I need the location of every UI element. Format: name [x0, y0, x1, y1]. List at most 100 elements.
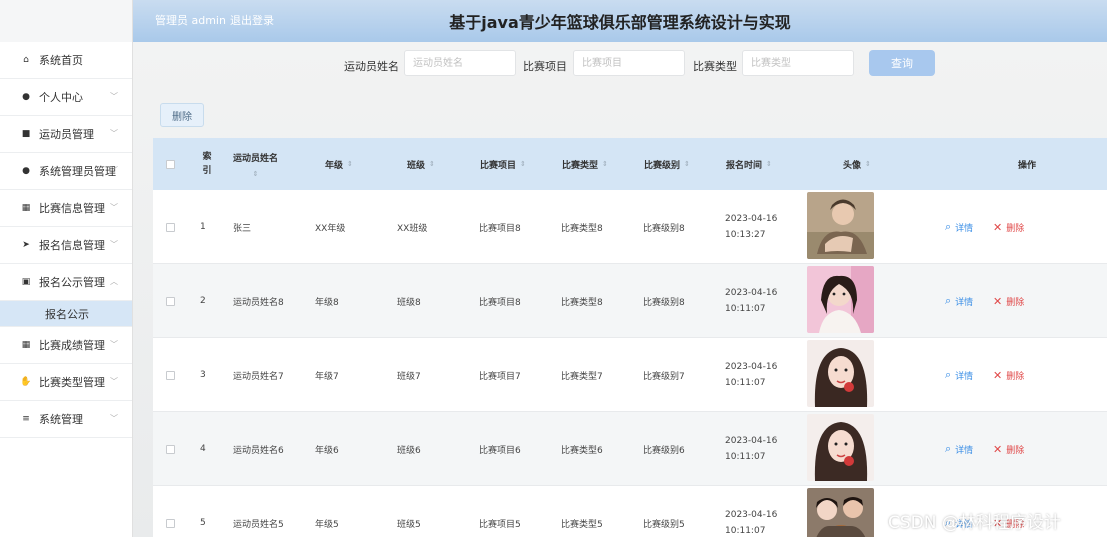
sidebar-item-label: 比赛成绩管理 [39, 339, 105, 352]
detail-button[interactable]: ⌕ 详情 [945, 190, 973, 264]
cell-match-type: 比赛类型8 [561, 297, 603, 308]
sidebar-menu: ⌂ 系统首页 ● 个人中心 ﹀ ■ 运动员管理 ﹀ ● 系统管理员管理 ﹀ ▦ 比赛信息管理 ﹀ ➤ 报名信息… [0, 42, 132, 438]
sidebar-subitem[interactable]: 报名公示 [0, 301, 132, 327]
row-checkbox[interactable] [166, 296, 175, 306]
cell-match-type: 比赛类型8 [561, 223, 603, 234]
sidebar-item[interactable]: ▣ 报名公示管理 ︿ [0, 264, 132, 301]
col-class[interactable]: 班级 ⇕ [407, 138, 435, 190]
cell-select [166, 190, 175, 264]
chevron-down-icon: ﹀ [110, 240, 118, 249]
row-checkbox[interactable] [166, 518, 175, 528]
sidebar-item-label: 个人中心 [39, 91, 83, 104]
match-type-label: 比赛类型 [693, 60, 737, 73]
sidebar-item[interactable]: ▦ 比赛成绩管理 ﹀ [0, 327, 132, 364]
athlete-name-label: 运动员姓名 [344, 60, 399, 73]
sidebar-item[interactable]: ≡ 系统管理 ﹀ [0, 401, 132, 438]
col-match-item-label: 比赛项目 [480, 160, 517, 171]
sidebar-item[interactable]: ▦ 比赛信息管理 ﹀ [0, 190, 132, 227]
chevron-up-icon: ︿ [110, 277, 118, 286]
cell-class: 班级8 [397, 297, 421, 308]
athlete-name-input[interactable] [404, 50, 516, 76]
sidebar-item[interactable]: ● 个人中心 ﹀ [0, 79, 132, 116]
avatar [807, 414, 874, 481]
select-all-cell [166, 138, 175, 190]
col-match-type[interactable]: 比赛类型 ⇕ [562, 138, 608, 190]
user-icon: ● [22, 92, 30, 102]
cell-select [166, 412, 175, 486]
signup-date: 2023-04-16 [725, 214, 778, 224]
cell-match-level: 比赛级别5 [643, 519, 685, 530]
detail-label: 详情 [955, 445, 974, 456]
cell-athlete-name: 运动员姓名8 [233, 297, 284, 308]
sort-icon[interactable]: ⇕ [520, 160, 526, 168]
clipboard-icon: ▣ [21, 277, 31, 287]
match-item-input[interactable] [573, 50, 685, 76]
list-icon: ≡ [22, 414, 30, 424]
page-title: 基于java青少年篮球俱乐部管理系统设计与实现 [449, 13, 791, 32]
delete-label: 删除 [1006, 445, 1025, 456]
row-checkbox[interactable] [166, 444, 175, 454]
col-grade[interactable]: 年级 ⇕ [325, 138, 353, 190]
cell-signup-time: 2023-04-16 10:13:27 [725, 190, 777, 264]
chevron-down-icon: ﹀ [110, 203, 118, 212]
cell-index: 2 [200, 296, 206, 306]
cell-match-level: 比赛级别8 [643, 297, 685, 308]
data-table: 索引 运动员姓名 ⇕ 年级 ⇕ 班级 ⇕ 比赛项目 ⇕ 比赛类型 ⇕ 比赛级别 ⇕ 报名时… [153, 138, 1107, 537]
delete-button[interactable]: ✕ 删除 [993, 412, 1024, 486]
col-signup-time[interactable]: 报名时间 ⇕ [726, 138, 772, 190]
sidebar-item[interactable]: ➤ 报名信息管理 ﹀ [0, 227, 132, 264]
delete-button[interactable]: ✕ 删除 [993, 338, 1024, 412]
avatar [807, 192, 874, 259]
detail-button[interactable]: ⌕ 详情 [945, 412, 973, 486]
col-match-type-label: 比赛类型 [562, 160, 599, 171]
sort-icon[interactable]: ⇕ [865, 160, 871, 168]
sort-icon[interactable]: ⇕ [602, 160, 608, 168]
cell-match-level: 比赛级别6 [643, 445, 685, 456]
home-icon: ⌂ [23, 55, 29, 65]
sort-icon[interactable]: ⇕ [766, 160, 772, 168]
sort-icon[interactable]: ⇕ [684, 160, 690, 168]
delete-button[interactable]: ✕ 删除 [993, 190, 1024, 264]
grid-icon: ▦ [21, 203, 31, 213]
detail-button[interactable]: ⌕ 详情 [945, 338, 973, 412]
chevron-down-icon: ﹀ [110, 129, 118, 138]
table-body: 1 张三 XX年级 XX班级 比赛项目8 比赛类型8 比赛级别8 2023-04-16 10:1… [153, 190, 1107, 537]
sort-icon[interactable]: ⇕ [429, 160, 435, 168]
cell-class: 班级6 [397, 445, 421, 456]
sidebar-item[interactable]: ⌂ 系统首页 [0, 42, 132, 79]
row-checkbox[interactable] [166, 222, 175, 232]
table-row: 2 运动员姓名8 年级8 班级8 比赛项目8 比赛类型8 比赛级别8 2023-04-16 10… [153, 264, 1107, 338]
signup-clock: 10:11:07 [725, 304, 766, 314]
col-grade-label: 年级 [325, 160, 344, 171]
delete-button[interactable]: ✕ 删除 [993, 264, 1024, 338]
cell-signup-time: 2023-04-16 10:11:07 [725, 486, 777, 537]
sidebar-item[interactable]: ■ 运动员管理 ﹀ [0, 116, 132, 153]
query-button[interactable]: 查询 [869, 50, 935, 76]
chevron-down-icon: ﹀ [110, 166, 118, 175]
col-avatar[interactable]: 头像 ⇕ [843, 138, 871, 190]
thumbs-up-icon: ✋ [20, 377, 32, 387]
col-athlete-name[interactable]: 运动员姓名 ⇕ [233, 138, 278, 190]
sort-icon[interactable]: ⇕ [253, 170, 259, 178]
match-item-label: 比赛项目 [523, 60, 567, 73]
col-avatar-label: 头像 [843, 160, 862, 171]
batch-delete-button[interactable]: 删除 [160, 103, 204, 127]
chevron-down-icon: ﹀ [110, 340, 118, 349]
cell-match-type: 比赛类型7 [561, 371, 603, 382]
cell-index: 5 [200, 518, 206, 528]
select-all-checkbox[interactable] [166, 159, 175, 169]
match-type-input[interactable] [742, 50, 854, 76]
sidebar-item[interactable]: ✋ 比赛类型管理 ﹀ [0, 364, 132, 401]
cell-match-item: 比赛项目6 [479, 445, 521, 456]
sidebar-item-label: 报名公示管理 [39, 276, 105, 289]
detail-button[interactable]: ⌕ 详情 [945, 264, 973, 338]
row-checkbox[interactable] [166, 370, 175, 380]
signup-clock: 10:11:07 [725, 526, 766, 536]
col-match-level-label: 比赛级别 [644, 160, 681, 171]
col-match-level[interactable]: 比赛级别 ⇕ [644, 138, 690, 190]
sort-icon[interactable]: ⇕ [347, 160, 353, 168]
cell-signup-time: 2023-04-16 10:11:07 [725, 338, 777, 412]
sidebar-item[interactable]: ● 系统管理员管理 ﹀ [0, 153, 132, 190]
col-match-item[interactable]: 比赛项目 ⇕ [480, 138, 526, 190]
watermark: CSDN @林科程序设计 [888, 513, 1061, 533]
